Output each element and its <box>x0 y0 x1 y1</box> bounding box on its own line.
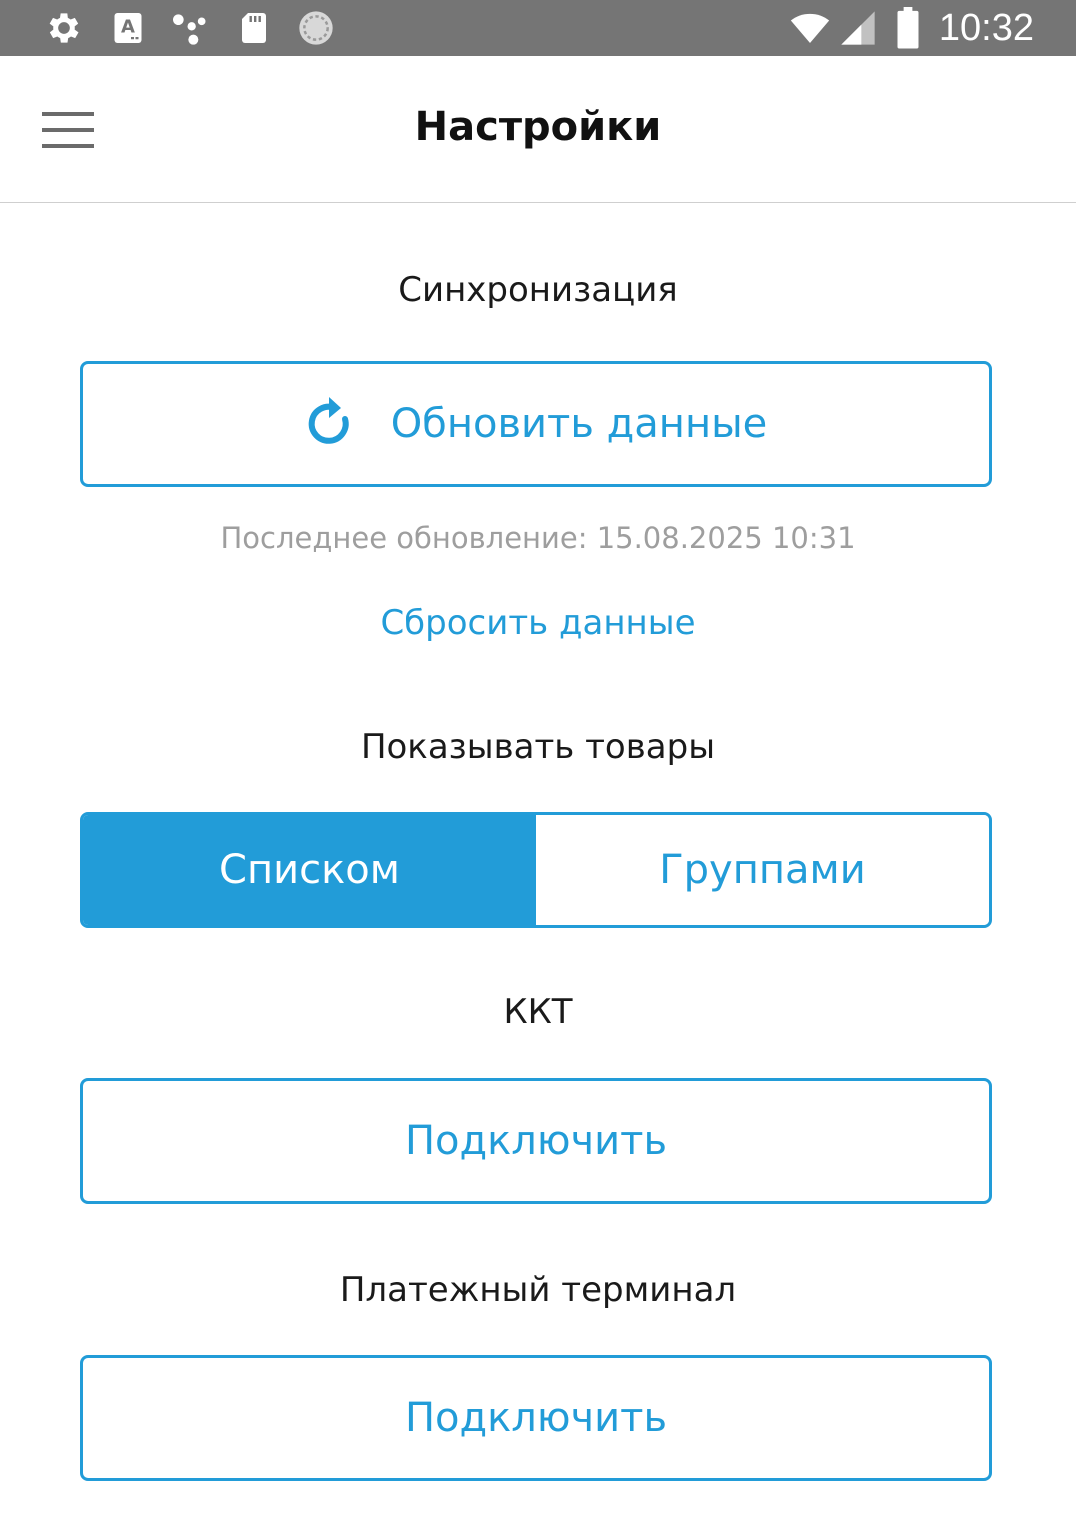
last-update-text: Последнее обновление: 15.08.2025 10:31 <box>220 521 856 555</box>
svg-text:A: A <box>121 17 135 38</box>
battery-icon <box>886 6 930 50</box>
sync-section-label: Синхронизация <box>398 270 678 310</box>
refresh-icon <box>305 394 357 454</box>
gear-icon <box>42 6 86 50</box>
sd-card-icon <box>232 6 276 50</box>
display-section-label: Показывать товары <box>360 727 716 767</box>
kkt-connect-label: Подключить <box>404 1118 668 1164</box>
terminal-connect-label: Подключить <box>404 1395 668 1441</box>
keyboard-a-icon: A <box>106 6 150 50</box>
page-title: Настройки <box>414 104 662 150</box>
terminal-section-label: Платежный терминал <box>339 1270 737 1310</box>
signal-icon <box>836 6 880 50</box>
kkt-connect-button[interactable]: Подключить <box>80 1078 992 1204</box>
refresh-data-button[interactable]: Обновить данные <box>80 361 992 487</box>
assistant-dots-icon <box>168 6 212 50</box>
reset-data-link[interactable]: Сбросить данные <box>0 603 1076 643</box>
kkt-section-label: ККТ <box>503 992 573 1032</box>
clock: 10:32 <box>938 7 1034 49</box>
wifi-icon <box>786 6 834 50</box>
refresh-button-label: Обновить данные <box>390 401 768 447</box>
app-bar: Настройки <box>0 56 1076 203</box>
display-mode-toggle: Списком Группами <box>80 812 992 928</box>
sync-circle-icon <box>294 6 338 50</box>
group-view-option[interactable]: Группами <box>536 815 989 925</box>
terminal-connect-button[interactable]: Подключить <box>80 1355 992 1481</box>
status-bar: A 10:32 <box>0 0 1076 56</box>
list-view-option[interactable]: Списком <box>83 815 536 925</box>
